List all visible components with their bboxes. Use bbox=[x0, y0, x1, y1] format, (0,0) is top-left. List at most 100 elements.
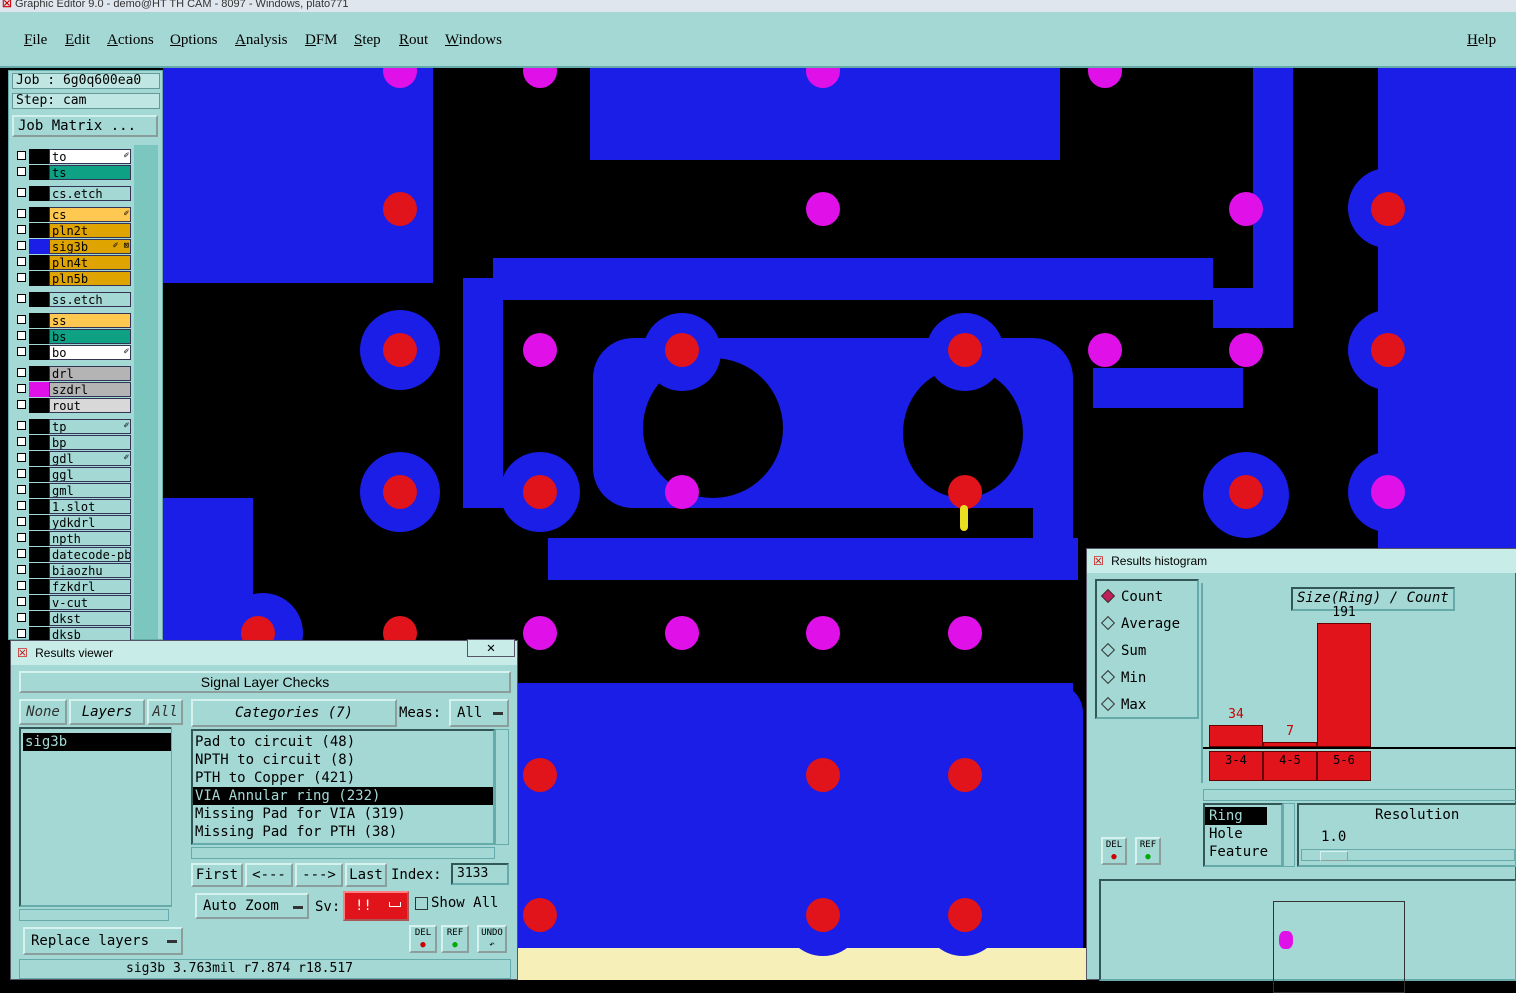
last-button[interactable]: Last bbox=[345, 863, 387, 887]
layer-row-cs.etch[interactable]: cs.etch bbox=[15, 186, 131, 201]
layer-hscrollbar[interactable] bbox=[19, 909, 169, 921]
attribute-list[interactable]: Ring Hole Feature bbox=[1203, 803, 1283, 867]
layer-name[interactable]: fzkdrl bbox=[49, 579, 131, 594]
category-item[interactable]: VIA Annular ring (232) bbox=[193, 787, 493, 805]
job-matrix-button[interactable]: Job Matrix ... bbox=[12, 115, 158, 137]
undo-button[interactable]: UNDO ↶ bbox=[477, 925, 507, 953]
layer-row-npth[interactable]: npth bbox=[15, 531, 131, 546]
layer-row-gml[interactable]: gml bbox=[15, 483, 131, 498]
layer-row-rout[interactable]: rout bbox=[15, 398, 131, 413]
layer-visible-checkbox[interactable] bbox=[17, 368, 26, 377]
layer-row-gdl[interactable]: gdl ✐ bbox=[15, 451, 131, 466]
layer-name[interactable]: bo bbox=[49, 345, 131, 360]
show-all-checkbox[interactable] bbox=[415, 897, 428, 910]
menu-step[interactable]: Step bbox=[354, 32, 381, 49]
layer-visible-checkbox[interactable] bbox=[17, 273, 26, 282]
layer-visible-checkbox[interactable] bbox=[17, 331, 26, 340]
layer-visible-checkbox[interactable] bbox=[17, 629, 26, 638]
del-button[interactable]: DEL ● bbox=[1101, 837, 1127, 865]
layer-row-sig3b[interactable]: sig3b ✐ ⊠ bbox=[15, 239, 131, 254]
layer-visible-checkbox[interactable] bbox=[17, 151, 26, 160]
layer-row-drl[interactable]: drl bbox=[15, 366, 131, 381]
layer-name[interactable]: pln4t bbox=[49, 255, 131, 270]
layer-visible-checkbox[interactable] bbox=[17, 485, 26, 494]
layer-visible-checkbox[interactable] bbox=[17, 581, 26, 590]
layer-visible-checkbox[interactable] bbox=[17, 347, 26, 356]
layer-row-cs[interactable]: cs ✐ bbox=[15, 207, 131, 222]
del-button[interactable]: DEL ● bbox=[409, 925, 437, 953]
chart-hscrollbar[interactable] bbox=[1203, 789, 1516, 801]
layer-visible-checkbox[interactable] bbox=[17, 209, 26, 218]
layers-button[interactable]: Layers bbox=[69, 699, 145, 725]
layer-row-to[interactable]: to ✐ bbox=[15, 149, 131, 164]
index-field[interactable]: 3133 bbox=[451, 863, 509, 885]
layer-visible-checkbox[interactable] bbox=[17, 257, 26, 266]
layer-list-scrollbar[interactable] bbox=[134, 145, 158, 639]
layer-name[interactable]: bp bbox=[49, 435, 131, 450]
layer-name[interactable]: to bbox=[49, 149, 131, 164]
layer-visible-checkbox[interactable] bbox=[17, 597, 26, 606]
layer-row-pln2t[interactable]: pln2t bbox=[15, 223, 131, 238]
all-button[interactable]: All bbox=[147, 699, 183, 725]
layer-visible-checkbox[interactable] bbox=[17, 167, 26, 176]
first-button[interactable]: First bbox=[191, 863, 243, 887]
layer-visible-checkbox[interactable] bbox=[17, 421, 26, 430]
category-item[interactable]: Pad to circuit (48) bbox=[193, 733, 493, 751]
layer-name[interactable]: rout bbox=[49, 398, 131, 413]
layer-name[interactable]: dkst bbox=[49, 611, 131, 626]
layer-visible-checkbox[interactable] bbox=[17, 549, 26, 558]
mode-radio-sum[interactable]: Sum bbox=[1100, 642, 1146, 659]
layer-name[interactable]: cs bbox=[49, 207, 131, 222]
zoom-mode-select[interactable]: Auto Zoom bbox=[195, 893, 309, 919]
histogram-bar[interactable] bbox=[1263, 742, 1317, 747]
layer-visible-checkbox[interactable] bbox=[17, 384, 26, 393]
prev-button[interactable]: <--- bbox=[245, 863, 293, 887]
layer-row-ydkdrl[interactable]: ydkdrl bbox=[15, 515, 131, 530]
slider-thumb[interactable] bbox=[1320, 851, 1348, 861]
layer-row-ss.etch[interactable]: ss.etch bbox=[15, 292, 131, 307]
layer-visible-checkbox[interactable] bbox=[17, 613, 26, 622]
menu-file[interactable]: File bbox=[24, 32, 47, 49]
layer-row-bo[interactable]: bo ✐ bbox=[15, 345, 131, 360]
layer-visible-checkbox[interactable] bbox=[17, 400, 26, 409]
overview-map[interactable] bbox=[1099, 879, 1516, 993]
list-item-feature[interactable]: Feature bbox=[1205, 843, 1281, 861]
layer-row-tp[interactable]: tp ✐ bbox=[15, 419, 131, 434]
layer-list-scrollbar[interactable] bbox=[171, 727, 184, 907]
layer-name[interactable]: ggl bbox=[49, 467, 131, 482]
categories-button[interactable]: Categories (7) bbox=[191, 699, 397, 727]
layer-name[interactable]: pln5b bbox=[49, 271, 131, 286]
menu-dfm[interactable]: DFM bbox=[305, 32, 338, 49]
layer-visible-checkbox[interactable] bbox=[17, 565, 26, 574]
category-list[interactable]: Pad to circuit (48) NPTH to circuit (8) PT… bbox=[191, 729, 495, 845]
layer-row-ss[interactable]: ss bbox=[15, 313, 131, 328]
layer-name[interactable]: gml bbox=[49, 483, 131, 498]
layer-name[interactable]: 1.slot bbox=[49, 499, 131, 514]
menu-actions[interactable]: Actions bbox=[107, 32, 154, 49]
layer-row-szdrl[interactable]: szdrl bbox=[15, 382, 131, 397]
close-button[interactable]: ✕ bbox=[467, 639, 515, 657]
layer-visible-checkbox[interactable] bbox=[17, 225, 26, 234]
ref-button[interactable]: REF ● bbox=[1135, 837, 1161, 865]
layer-row-ts[interactable]: ts bbox=[15, 165, 131, 180]
category-item[interactable]: Missing Pad for PTH (38) bbox=[193, 823, 493, 841]
next-button[interactable]: ---> bbox=[295, 863, 343, 887]
layer-visible-checkbox[interactable] bbox=[17, 188, 26, 197]
layer-visible-checkbox[interactable] bbox=[17, 469, 26, 478]
category-hscrollbar[interactable] bbox=[191, 847, 495, 859]
layer-row-v-cut[interactable]: v-cut bbox=[15, 595, 131, 610]
layer-visible-checkbox[interactable] bbox=[17, 453, 26, 462]
layer-row-1.slot[interactable]: 1.slot bbox=[15, 499, 131, 514]
layer-name[interactable]: ss.etch bbox=[49, 292, 131, 307]
layer-row-pln5b[interactable]: pln5b bbox=[15, 271, 131, 286]
layer-name[interactable]: datecode-pbe bbox=[49, 547, 131, 562]
layer-name[interactable]: tp bbox=[49, 419, 131, 434]
layer-row-ggl[interactable]: ggl bbox=[15, 467, 131, 482]
replace-layers-select[interactable]: Replace layers bbox=[23, 927, 183, 955]
category-scrollbar[interactable] bbox=[495, 729, 509, 845]
layer-visible-checkbox[interactable] bbox=[17, 517, 26, 526]
layer-row-datecode-pbe[interactable]: datecode-pbe bbox=[15, 547, 131, 562]
resolution-slider[interactable] bbox=[1301, 849, 1515, 861]
layer-name[interactable]: biaozhu bbox=[49, 563, 131, 578]
ref-button[interactable]: REF ● bbox=[441, 925, 469, 953]
